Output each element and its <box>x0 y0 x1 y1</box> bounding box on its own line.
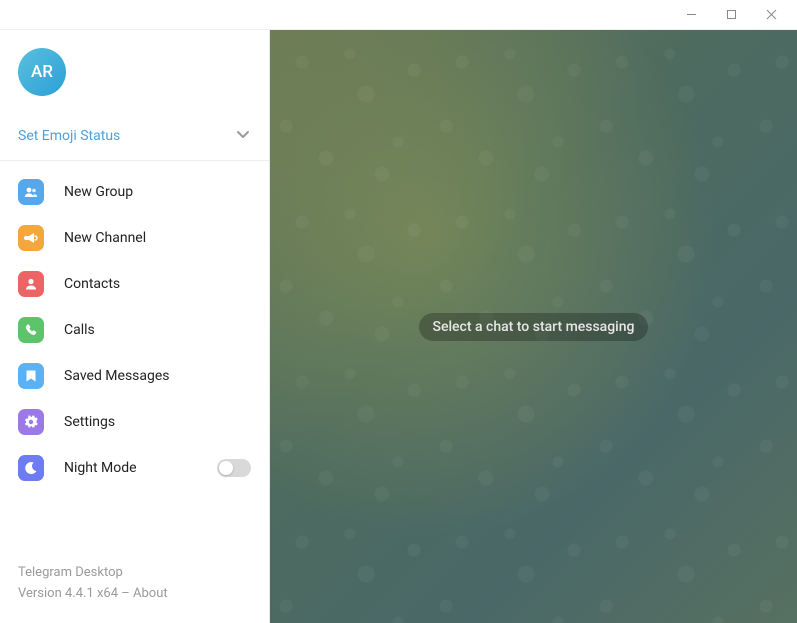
titlebar <box>0 0 797 30</box>
status-row: Set Emoji Status <box>0 106 269 161</box>
gear-icon <box>18 409 44 435</box>
close-button[interactable] <box>751 1 791 29</box>
megaphone-icon <box>18 225 44 251</box>
menu-item-new-group[interactable]: New Group <box>0 169 269 215</box>
phone-icon <box>18 317 44 343</box>
version-text: Version 4.4.1 x64 – <box>18 586 133 601</box>
chat-area: Select a chat to start messaging <box>270 30 797 623</box>
minimize-button[interactable] <box>671 1 711 29</box>
set-emoji-status-link[interactable]: Set Emoji Status <box>18 128 120 144</box>
avatar[interactable]: AR <box>18 48 66 96</box>
menu-item-contacts[interactable]: Contacts <box>0 261 269 307</box>
menu-item-calls[interactable]: Calls <box>0 307 269 353</box>
night-mode-toggle[interactable] <box>217 459 251 477</box>
menu: New Group New Channel Contacts <box>0 161 269 549</box>
profile-section: AR <box>0 30 269 106</box>
sidebar-footer: Telegram Desktop Version 4.4.1 x64 – Abo… <box>0 549 269 623</box>
person-icon <box>18 271 44 297</box>
menu-item-label: Calls <box>64 322 251 338</box>
menu-item-new-channel[interactable]: New Channel <box>0 215 269 261</box>
about-link[interactable]: About <box>133 586 168 601</box>
menu-item-label: Contacts <box>64 276 251 292</box>
menu-item-label: New Group <box>64 184 251 200</box>
moon-icon <box>18 455 44 481</box>
sidebar: AR Set Emoji Status New Group <box>0 30 270 623</box>
maximize-button[interactable] <box>711 1 751 29</box>
group-icon <box>18 179 44 205</box>
menu-item-label: Settings <box>64 414 251 430</box>
menu-item-settings[interactable]: Settings <box>0 399 269 445</box>
chevron-down-icon[interactable] <box>235 126 251 146</box>
menu-item-label: New Channel <box>64 230 251 246</box>
chat-placeholder: Select a chat to start messaging <box>419 313 649 341</box>
menu-item-night-mode[interactable]: Night Mode <box>0 445 269 491</box>
menu-item-label: Saved Messages <box>64 368 251 384</box>
bookmark-icon <box>18 363 44 389</box>
menu-item-saved-messages[interactable]: Saved Messages <box>0 353 269 399</box>
menu-item-label: Night Mode <box>64 460 197 476</box>
avatar-initials: AR <box>31 62 53 82</box>
app-name: Telegram Desktop <box>18 563 251 584</box>
version-line: Version 4.4.1 x64 – About <box>18 584 251 605</box>
